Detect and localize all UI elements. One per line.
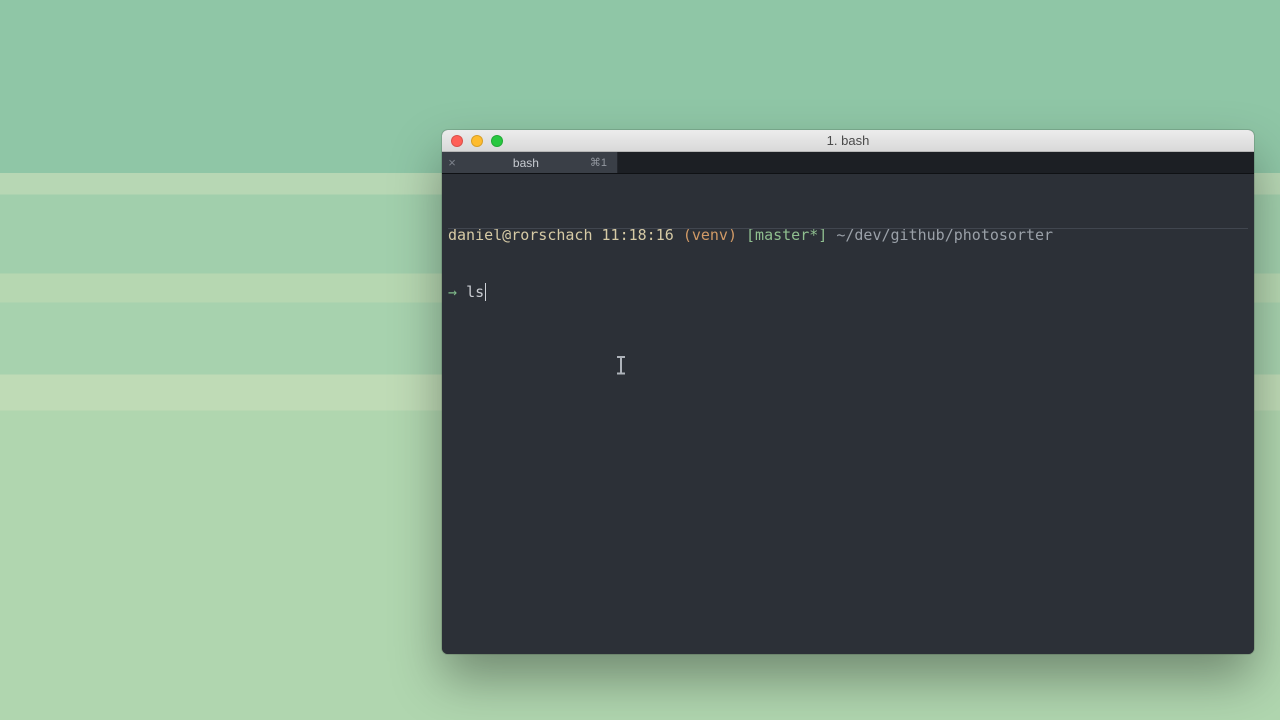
command-line[interactable]: → ls [448,283,1248,302]
traffic-lights [442,135,503,147]
minimize-window-button[interactable] [471,135,483,147]
window-titlebar[interactable]: 1. bash [442,130,1254,152]
tab-shortcut: ⌘1 [590,156,617,169]
terminal-window: 1. bash × bash ⌘1 daniel@rorschach 11:18… [442,130,1254,654]
command-input[interactable]: ls [466,283,486,301]
tab-label: bash [462,156,590,170]
close-window-button[interactable] [451,135,463,147]
tab-bar: × bash ⌘1 [442,152,1254,174]
prompt-separator [448,228,1248,229]
zoom-window-button[interactable] [491,135,503,147]
window-title: 1. bash [442,133,1254,148]
prompt-arrow-icon: → [448,283,457,301]
terminal-viewport[interactable]: daniel@rorschach 11:18:16 (venv) [master… [442,174,1254,654]
text-cursor-ibeam-icon [617,356,625,374]
tab-bash[interactable]: × bash ⌘1 [442,152,618,173]
close-tab-icon[interactable]: × [442,156,462,169]
